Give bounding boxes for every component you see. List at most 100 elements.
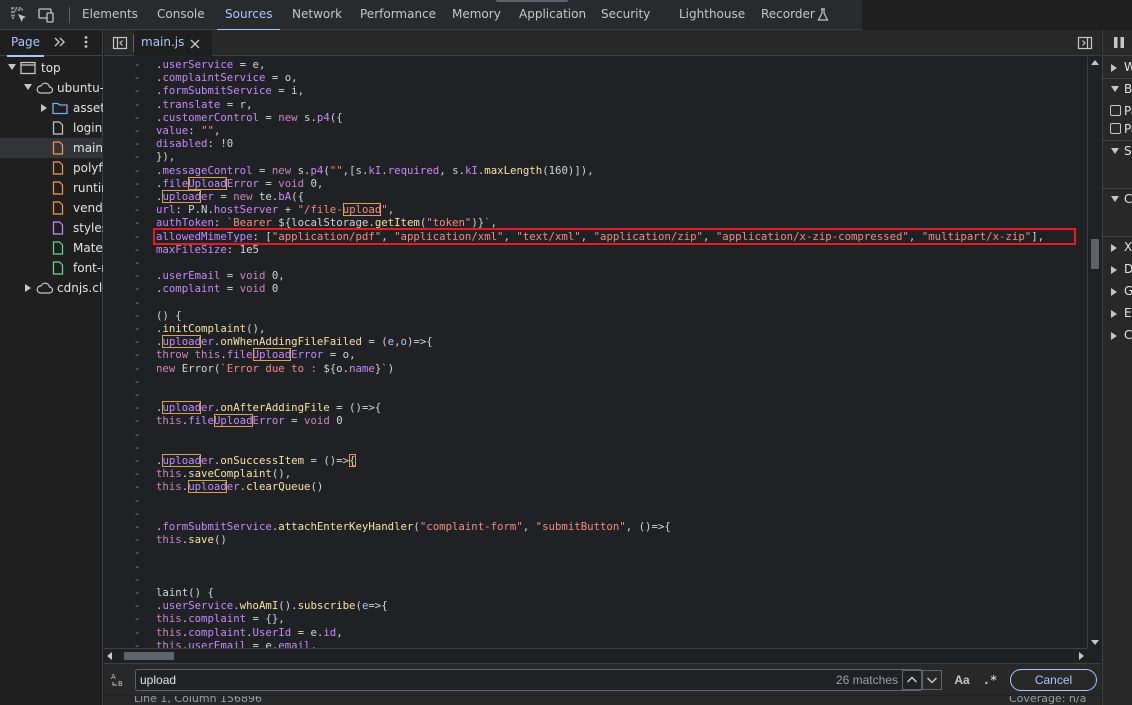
expand-arrow-down-icon[interactable] — [1111, 196, 1119, 202]
scroll-left-icon[interactable] — [107, 652, 112, 660]
toggle-navigator-icon[interactable] — [112, 35, 128, 51]
gutter-marker[interactable]: - — [134, 137, 140, 150]
vertical-scrollbar[interactable] — [1087, 57, 1101, 648]
gutter-marker[interactable]: - — [134, 190, 140, 203]
gutter-marker[interactable]: - — [134, 626, 140, 639]
gutter-marker[interactable]: - — [134, 401, 140, 414]
gutter-marker[interactable]: - — [134, 282, 140, 295]
gutter-marker[interactable]: - — [134, 428, 140, 441]
expand-arrow-right-icon[interactable] — [25, 284, 31, 292]
gutter-marker[interactable]: - — [134, 71, 140, 84]
gutter-marker[interactable]: - — [134, 573, 140, 586]
gutter-marker[interactable]: - — [134, 58, 140, 71]
gutter-marker[interactable]: - — [134, 480, 140, 493]
tab-main-js[interactable]: main.js — [134, 30, 212, 56]
gutter-marker[interactable]: - — [134, 84, 140, 97]
section-header[interactable]: Global Listeners — [1103, 280, 1132, 302]
tab-memory[interactable]: Memory — [452, 0, 501, 30]
gutter-marker[interactable]: - — [134, 388, 140, 401]
close-icon[interactable] — [190, 38, 200, 49]
scrollbar-thumb[interactable] — [1091, 239, 1099, 269]
code-editor[interactable]: - .userService = e, - .complaintService = o… — [104, 57, 1087, 648]
previous-match-button[interactable] — [902, 670, 922, 690]
device-toolbar-icon[interactable] — [37, 6, 55, 24]
tree-item[interactable]: Materia — [0, 238, 103, 258]
tree-item[interactable]: styles.c — [0, 218, 103, 238]
gutter-marker[interactable]: - — [134, 243, 140, 256]
gutter-marker[interactable]: - — [134, 454, 140, 467]
match-case-button[interactable]: Aa — [952, 670, 972, 690]
gutter-marker[interactable]: - — [134, 296, 140, 309]
gutter-marker[interactable]: - — [134, 98, 140, 111]
cancel-button[interactable]: Cancel — [1010, 669, 1097, 691]
expand-arrow-right-icon[interactable] — [1111, 332, 1117, 340]
tab-application[interactable]: Application — [519, 0, 586, 30]
scroll-up-icon[interactable] — [1091, 60, 1099, 65]
section-header[interactable]: DOM Breakpoints — [1103, 258, 1132, 280]
expand-arrow-right-icon[interactable] — [41, 104, 47, 112]
expand-arrow-right-icon[interactable] — [1111, 288, 1117, 296]
gutter-marker[interactable]: - — [134, 256, 140, 269]
pause-icon[interactable] — [1112, 36, 1126, 49]
tree-item[interactable]: runtime — [0, 178, 103, 198]
gutter-marker[interactable]: - — [134, 441, 140, 454]
gutter-marker[interactable]: - — [134, 586, 140, 599]
gutter-marker[interactable]: - — [134, 507, 140, 520]
section-header[interactable]: Watch — [1103, 56, 1132, 78]
gutter-marker[interactable]: - — [134, 467, 140, 480]
gutter-marker[interactable]: - — [134, 150, 140, 163]
scroll-down-icon[interactable] — [1091, 640, 1099, 645]
gutter-marker[interactable]: - — [134, 269, 140, 282]
checkbox[interactable] — [1110, 105, 1121, 116]
tree-item[interactable]: top — [0, 58, 103, 78]
section-header[interactable]: Breakpoints — [1103, 78, 1132, 100]
expand-arrow-right-icon[interactable] — [1111, 244, 1117, 252]
gutter-marker[interactable]: - — [134, 111, 140, 124]
tree-item[interactable]: login — [0, 118, 103, 138]
tab-network[interactable]: Network — [292, 0, 342, 30]
horizontal-scrollbar[interactable] — [104, 648, 1087, 662]
tree-item[interactable]: polyfills — [0, 158, 103, 178]
inspect-element-icon[interactable] — [10, 6, 28, 24]
scrollbar-thumb-horizontal[interactable] — [124, 652, 174, 660]
expand-arrow-down-icon[interactable] — [24, 84, 32, 90]
gutter-marker[interactable]: - — [134, 230, 140, 243]
scroll-right-icon[interactable] — [1079, 652, 1084, 660]
gutter-marker[interactable]: - — [134, 639, 140, 648]
gutter-marker[interactable]: - — [134, 164, 140, 177]
gutter-marker[interactable]: - — [134, 335, 140, 348]
gutter-marker[interactable]: - — [134, 124, 140, 137]
gutter-marker[interactable]: - — [134, 177, 140, 190]
section-header[interactable]: Call Stack — [1103, 188, 1132, 210]
breakpoint-option[interactable]: Pause on caught exceptions — [1103, 118, 1132, 140]
expand-arrow-down-icon[interactable] — [1111, 86, 1119, 92]
gutter-marker[interactable]: - — [134, 414, 140, 427]
tab-security[interactable]: Security — [601, 0, 650, 30]
gutter-marker[interactable]: - — [134, 546, 140, 559]
toggle-debugger-icon[interactable] — [1077, 35, 1093, 51]
gutter-marker[interactable]: - — [134, 599, 140, 612]
tab-elements[interactable]: Elements — [82, 0, 138, 30]
gutter-marker[interactable]: - — [134, 322, 140, 335]
gutter-marker[interactable]: - — [134, 348, 140, 361]
gutter-marker[interactable]: - — [134, 309, 140, 322]
expand-arrow-right-icon[interactable] — [1111, 266, 1117, 274]
section-header[interactable]: Scope — [1103, 140, 1132, 162]
gutter-marker[interactable]: - — [134, 362, 140, 375]
tree-item[interactable]: assets/ — [0, 98, 103, 118]
tree-item[interactable]: main.js — [0, 138, 103, 158]
section-header[interactable]: Event Listener Breakpoints — [1103, 302, 1132, 324]
expand-arrow-down-icon[interactable] — [1111, 148, 1119, 154]
tab-lighthouse[interactable]: Lighthouse — [679, 0, 745, 30]
tree-item[interactable]: cdnjs.clo — [0, 278, 103, 298]
tab-page[interactable]: Page — [6, 30, 45, 57]
section-header[interactable]: CSP Violation Breakpoints — [1103, 324, 1132, 346]
tab-performance[interactable]: Performance — [360, 0, 436, 30]
tab-recorder[interactable]: Recorder — [761, 0, 815, 30]
tab-console[interactable]: Console — [157, 0, 205, 30]
regex-button[interactable]: .* — [980, 670, 1000, 690]
tree-item[interactable]: ubuntu-s — [0, 78, 103, 98]
gutter-marker[interactable]: - — [134, 494, 140, 507]
expand-arrow-right-icon[interactable] — [1111, 64, 1117, 72]
gutter-marker[interactable]: - — [134, 533, 140, 546]
